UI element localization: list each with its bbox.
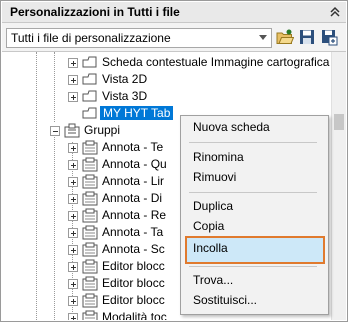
expand-icon[interactable] [68,279,78,289]
menu-separator [189,142,317,143]
panel-icon [82,191,98,206]
vertical-scrollbar[interactable] [331,52,346,320]
ribbon-tab-icon [82,73,97,85]
tree-item-label: Scheda contestuale Immagine cartografica [102,55,330,69]
panel-icon [82,259,98,274]
tree-item-label: Modalità toc [102,310,167,320]
expand-icon[interactable] [68,194,78,204]
ribbon-tab-icon [82,107,97,119]
panels-icon [64,123,80,138]
tree-item-label: Annota - Re [102,208,167,222]
menu-item-nuova-scheda[interactable]: Nuova scheda [193,118,270,136]
tree-item-label: Vista 3D [102,89,148,103]
panel-icon [82,310,98,320]
expand-icon[interactable] [68,58,78,68]
panel-header: Personalizzazioni in Tutti i file [2,2,346,23]
menu-item-sostituisci[interactable]: Sostituisci... [193,291,257,309]
dropdown-value: Tutti i file di personalizzazione [11,31,171,45]
tree-item-label: Annota - Te [102,140,164,154]
panel-icon [82,140,98,155]
tree-item-label: Annota - Di [102,191,163,205]
save-as-icon[interactable] [320,28,338,46]
save-icon[interactable] [298,28,316,46]
panel-icon [82,208,98,223]
collapse-node-icon[interactable] [50,126,60,136]
expand-icon[interactable] [68,177,78,187]
tree-item-label: Annota - Qu [102,157,167,171]
expand-icon[interactable] [68,228,78,238]
menu-separator [189,192,317,193]
tree-item[interactable]: Vista 3D [2,88,332,105]
tree-item-label: Annota - Ta [102,225,164,239]
tree-item-label: Gruppi [84,123,121,137]
menu-separator [189,266,317,267]
menu-item-rinomina[interactable]: Rinomina [193,148,244,166]
customization-file-dropdown[interactable]: Tutti i file di personalizzazione [6,28,272,48]
expand-icon[interactable] [68,143,78,153]
tree-item-label: Annota - Sc [102,242,165,256]
scrollbar-thumb[interactable] [334,114,344,130]
tree-item-label: MY HYT Tab [100,106,174,120]
expand-icon[interactable] [68,313,78,320]
panel-title: Personalizzazioni in Tutti i file [10,5,180,19]
menu-item-trova[interactable]: Trova... [193,271,233,289]
open-file-icon[interactable] [276,28,294,46]
toolbar: Tutti i file di personalizzazione [2,23,346,52]
tree-item-label: Editor blocc [102,276,165,290]
expand-icon[interactable] [68,262,78,272]
ribbon-tab-icon [82,56,97,68]
tree-item-label: Annota - Lir [102,174,165,188]
panel-icon [82,242,98,257]
expand-icon[interactable] [68,92,78,102]
expand-icon[interactable] [68,211,78,221]
menu-item-rimuovi[interactable]: Rimuovi [193,168,236,186]
collapse-icon[interactable] [329,5,341,17]
menu-item-copia[interactable]: Copia [193,217,224,235]
panel-icon [82,174,98,189]
tree-item[interactable]: Scheda contestuale Immagine cartografica [2,54,332,71]
tree-item-label: Editor blocc [102,259,165,273]
tree-item[interactable]: Vista 2D [2,71,332,88]
customizations-panel: Personalizzazioni in Tutti i file Tutti … [0,0,348,322]
chevron-down-icon [259,35,267,40]
panel-icon [82,157,98,172]
context-menu: Nuova scheda Rinomina Rimuovi Duplica Co… [180,115,329,315]
ribbon-tab-icon [82,90,97,102]
expand-icon[interactable] [68,296,78,306]
tree-item-label: Editor blocc [102,293,165,307]
menu-item-incolla[interactable]: Incolla [193,239,228,257]
tree-item-label: Vista 2D [102,72,148,86]
expand-icon[interactable] [68,245,78,255]
panel-icon [82,276,98,291]
expand-icon[interactable] [68,75,78,85]
panel-icon [82,225,98,240]
menu-item-duplica[interactable]: Duplica [193,197,233,215]
expand-icon[interactable] [68,160,78,170]
panel-icon [82,293,98,308]
